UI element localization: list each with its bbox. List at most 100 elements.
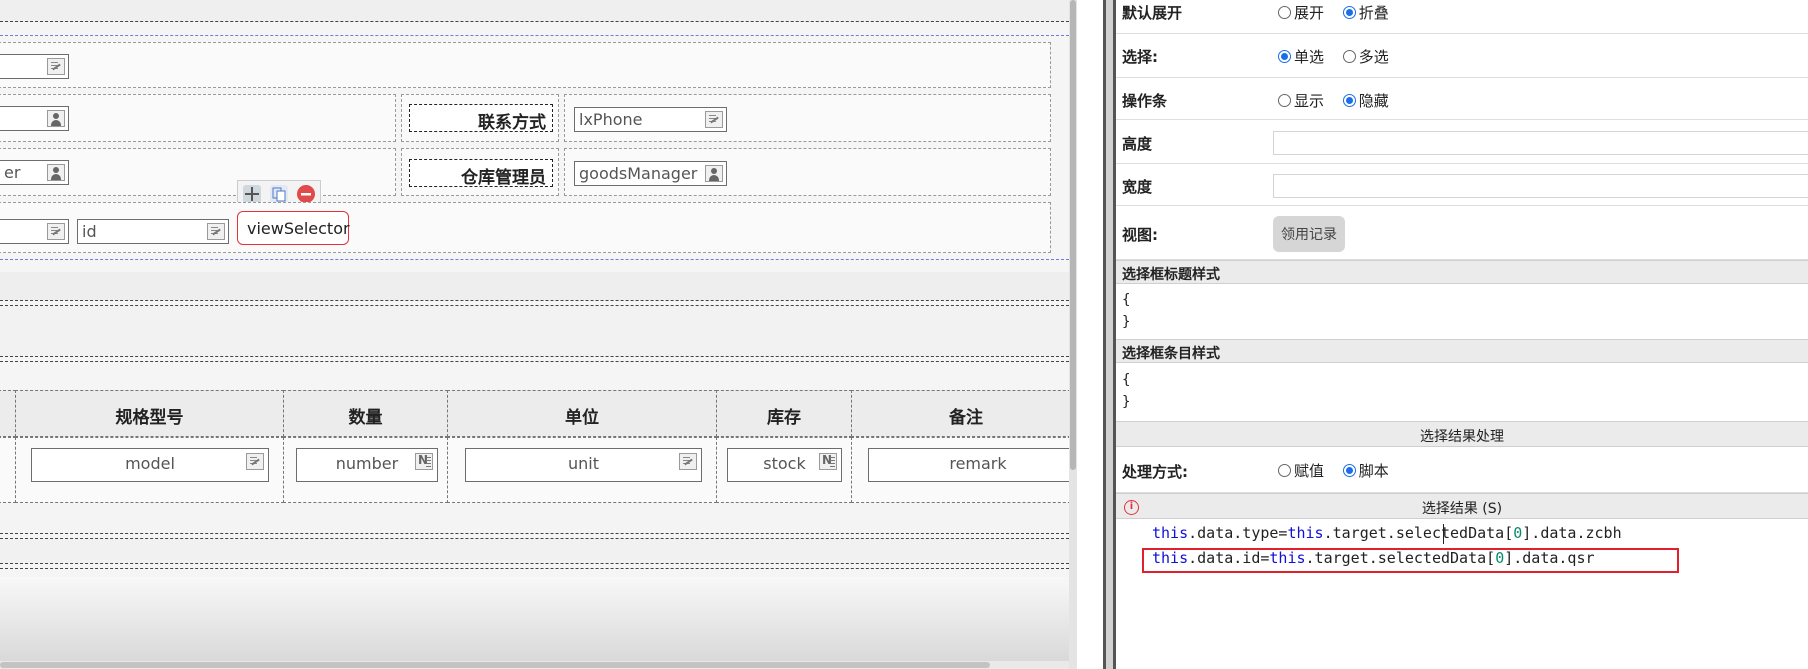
prop-label: 操作条 (1122, 92, 1168, 110)
code-line[interactable]: this.data.type=this.target.selectedData[… (1152, 524, 1622, 542)
prop-row-width: 宽度 (1116, 164, 1808, 206)
radio-group-action-bar: 显示 隐藏 (1278, 90, 1403, 111)
panel-gap (1077, 0, 1103, 669)
text-field[interactable] (0, 219, 69, 244)
pencil-icon (246, 453, 264, 470)
section-divider (0, 563, 1069, 564)
section-divider (0, 356, 1069, 357)
title-style-open[interactable]: { (1122, 292, 1130, 308)
user-field[interactable]: er (0, 160, 69, 185)
result-section-header: 选择结果 (S) (1116, 493, 1808, 519)
prop-label: 处理方式: (1122, 463, 1188, 481)
delete-icon[interactable] (297, 185, 315, 203)
user-field[interactable] (0, 106, 69, 131)
goods-manager-value: goodsManager (579, 164, 698, 183)
prop-label: 视图: (1122, 226, 1158, 244)
stock-input-value: stock (763, 454, 806, 473)
number-input-value: number (335, 454, 399, 473)
scrollbar-thumb[interactable] (0, 662, 990, 668)
prop-row-process-mode: 处理方式: 赋值 脚本 (1116, 447, 1808, 493)
prop-label: 默认展开 (1122, 4, 1183, 22)
form-cell: 联系方式 (401, 94, 559, 142)
prop-label: 宽度 (1122, 178, 1153, 196)
number-input[interactable]: number (296, 448, 438, 482)
empty-section (0, 503, 1069, 533)
horizontal-scrollbar[interactable] (0, 661, 1069, 669)
vertical-scrollbar[interactable] (1069, 0, 1077, 669)
table-cell: model (15, 437, 284, 503)
section-divider (0, 361, 1069, 362)
numbers-icon (415, 453, 433, 470)
table-cell: unit (447, 437, 717, 503)
radio-option-show[interactable]: 显示 (1278, 92, 1324, 110)
phone-field[interactable]: lxPhone (574, 107, 727, 132)
form-designer-canvas: 联系方式 lxPhone er 仓库管理员 goodsManager id vi… (0, 0, 1069, 669)
id-field[interactable]: id (77, 219, 229, 244)
error-icon[interactable]: i (1124, 500, 1139, 515)
copy-icon[interactable] (270, 185, 288, 203)
model-input[interactable]: model (31, 448, 269, 482)
goods-manager-field[interactable]: goodsManager (574, 161, 727, 186)
canvas-footer (0, 577, 1069, 661)
unit-input[interactable]: unit (465, 448, 702, 482)
radio-group-process-mode: 赋值 脚本 (1278, 460, 1403, 481)
highlighted-code-line (1142, 548, 1679, 573)
table-header-cell: 数量 (283, 390, 448, 437)
height-input[interactable] (1273, 131, 1808, 155)
form-cell: lxPhone (564, 94, 1051, 142)
scrollbar-thumb[interactable] (1070, 0, 1076, 470)
prop-row-select: 选择: 单选 多选 (1116, 34, 1808, 78)
prop-row-action-bar: 操作条 显示 隐藏 (1116, 78, 1808, 120)
text-field[interactable] (0, 54, 69, 79)
width-input[interactable] (1273, 174, 1808, 198)
selected-container-outline (0, 35, 1069, 36)
radio-option-single[interactable]: 单选 (1278, 48, 1324, 66)
radio-option-multiple[interactable]: 多选 (1342, 48, 1389, 66)
empty-section (0, 306, 1069, 356)
canvas-top-strip (0, 0, 1069, 22)
model-input-value: model (125, 454, 175, 473)
title-style-close[interactable]: } (1122, 314, 1130, 330)
item-style-open[interactable]: { (1122, 372, 1130, 388)
section-divider (0, 300, 1069, 301)
radio-option-script[interactable]: 脚本 (1342, 462, 1389, 480)
stock-input[interactable]: stock (727, 448, 842, 482)
radio-group-select: 单选 多选 (1278, 46, 1403, 67)
empty-section (0, 272, 1069, 300)
table-header-cell: 单位 (447, 390, 717, 437)
prop-row-view: 视图: (1116, 206, 1808, 260)
remark-input[interactable]: remark (868, 448, 1069, 482)
table-cell (0, 437, 16, 503)
table-cell: number (283, 437, 448, 503)
field-label-warehouse-manager: 仓库管理员 (409, 159, 553, 188)
radio-option-collapse[interactable]: 折叠 (1342, 4, 1389, 22)
section-divider (0, 21, 1069, 22)
view-select-button[interactable]: 领用记录 (1273, 216, 1345, 252)
selected-container-outline (0, 259, 1069, 260)
table-header-cell (0, 390, 16, 437)
radio-option-expand[interactable]: 展开 (1278, 4, 1324, 22)
move-icon[interactable] (243, 185, 261, 203)
table-header-cell: 库存 (716, 390, 852, 437)
pencil-icon (47, 223, 65, 240)
radio-group-default-expand: 展开 折叠 (1278, 2, 1403, 23)
panel-splitter[interactable] (1103, 0, 1116, 669)
empty-section (0, 539, 1069, 563)
view-selector-component[interactable]: viewSelector (237, 211, 350, 245)
radio-option-hide[interactable]: 隐藏 (1342, 92, 1389, 110)
field-label-phone: 联系方式 (409, 104, 553, 133)
form-cell: er (0, 148, 396, 196)
person-icon (705, 165, 723, 182)
text-cursor (1443, 524, 1444, 544)
script-editor[interactable]: this.data.type=this.target.selectedData[… (1116, 520, 1808, 669)
pencil-icon (679, 453, 697, 470)
section-divider (0, 568, 1069, 569)
item-style-close[interactable]: } (1122, 394, 1130, 410)
person-icon (47, 110, 65, 127)
form-cell: 仓库管理员 (401, 148, 559, 196)
pencil-icon (207, 223, 225, 240)
table-header-cell: 备注 (851, 390, 1069, 437)
form-cell: goodsManager (564, 148, 1051, 196)
table-header-cell: 规格型号 (15, 390, 284, 437)
radio-option-assign[interactable]: 赋值 (1278, 462, 1324, 480)
